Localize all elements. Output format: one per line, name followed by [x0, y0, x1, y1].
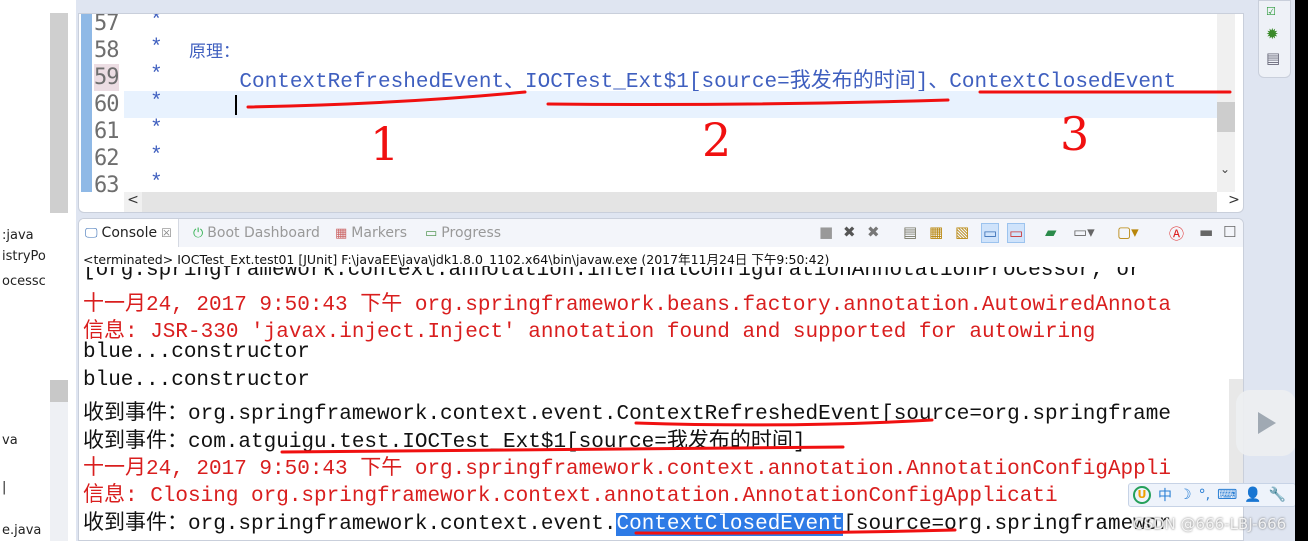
- markers-icon: ▦: [335, 225, 348, 241]
- code-line: *: [124, 118, 1217, 145]
- show-on-stderr-icon[interactable]: ▭: [1007, 223, 1026, 243]
- line-number: 63: [94, 173, 119, 198]
- comment-text: ContextRefreshedEvent、IOCTest_Ext$1[sour…: [189, 71, 1177, 94]
- tasks-icon[interactable]: ☑: [1266, 5, 1276, 18]
- editor-horizontal-scrollbar[interactable]: < >: [124, 192, 1240, 212]
- tab-console[interactable]: 🖵 Console ☒: [79, 219, 179, 247]
- console-icon: 🖵: [85, 225, 98, 241]
- clear-console-icon[interactable]: ▤: [903, 223, 917, 241]
- tab-label: Markers: [351, 225, 407, 241]
- code-editor[interactable]: 57 58 59 60 61 62 63 * * 原理： * ContextRef…: [78, 13, 1244, 213]
- line-number: 61: [94, 119, 119, 144]
- settings-wrench-icon[interactable]: 🔧: [1269, 487, 1286, 503]
- console-line: 收到事件：org.springframework.context.event.C…: [83, 506, 1171, 536]
- code-line: *: [124, 13, 1217, 37]
- word-wrap-icon[interactable]: ▧: [955, 223, 969, 241]
- console-line: 信息: JSR-330 'javax.inject.Inject' annota…: [83, 321, 1096, 344]
- right-trim-toolbar: ☑ ✹ ▤: [1258, 0, 1291, 78]
- show-on-stdout-icon[interactable]: ▭: [981, 223, 1000, 243]
- spring-icon[interactable]: Ⓐ: [1169, 223, 1184, 244]
- comment-star: *: [150, 64, 163, 87]
- boot-dashboard-icon: ⏻: [193, 225, 204, 241]
- explorer-item[interactable]: istryPo: [2, 249, 46, 264]
- comment-star: *: [150, 145, 163, 168]
- scroll-lock-icon[interactable]: ▦: [929, 223, 943, 241]
- explorer-item[interactable]: e.java: [2, 523, 41, 538]
- black-border: [1295, 0, 1308, 541]
- tab-label: Boot Dashboard: [207, 225, 320, 241]
- keyboard-icon[interactable]: ⌨: [1217, 487, 1237, 503]
- remove-launch-icon[interactable]: ✖: [843, 223, 856, 241]
- comment-star: *: [150, 91, 163, 114]
- pin-console-icon[interactable]: ▰: [1045, 223, 1057, 241]
- user-icon[interactable]: 👤: [1244, 487, 1261, 503]
- tab-label: Console: [101, 225, 158, 241]
- ime-toolbar: U 中 ☽ °, ⌨ 👤 🔧: [1128, 483, 1296, 507]
- explorer-scrollbar[interactable]: [50, 13, 68, 213]
- scroll-right-arrow-icon[interactable]: >: [1225, 192, 1243, 212]
- open-console-icon[interactable]: ▢▾: [1117, 223, 1139, 241]
- debug-bug-icon[interactable]: ✹: [1266, 25, 1279, 43]
- line-number: 58: [94, 38, 119, 63]
- display-selected-console-icon[interactable]: ▭▾: [1073, 223, 1095, 241]
- line-number: 60: [94, 92, 119, 117]
- punctuation-icon[interactable]: °,: [1199, 487, 1210, 503]
- console-tab-bar: 🖵 Console ☒ ⏻ Boot Dashboard ▦ Markers ▭ Prog…: [79, 219, 1243, 247]
- console-line: 十一月24, 2017 9:50:43 下午 org.springframewo…: [83, 294, 1171, 317]
- code-line: *: [124, 145, 1217, 172]
- console-launch-header: <terminated> IOCTest_Ext.test01 [JUnit] …: [83, 252, 830, 267]
- explorer-item[interactable]: ocessc: [2, 274, 46, 289]
- remove-all-terminated-icon[interactable]: ✖: [867, 223, 880, 241]
- console-line: 十一月24, 2017 9:50:43 下午 org.springframewo…: [83, 458, 1171, 481]
- video-play-button[interactable]: [1236, 390, 1296, 456]
- ime-logo-icon[interactable]: U: [1133, 486, 1151, 504]
- close-tab-icon[interactable]: ☒: [161, 226, 172, 240]
- comment-star: *: [150, 37, 163, 60]
- line-number: 57: [94, 13, 119, 36]
- code-line-current: *: [124, 91, 1217, 118]
- terminate-icon[interactable]: ■: [819, 223, 833, 241]
- console-line: blue...constructor: [83, 341, 310, 364]
- explorer-item[interactable]: va: [2, 433, 18, 448]
- explorer-item[interactable]: |: [2, 480, 6, 495]
- tab-markers[interactable]: ▦ Markers: [335, 225, 407, 241]
- comment-star: *: [150, 118, 163, 141]
- explorer-scrollbar-lower[interactable]: [50, 380, 68, 541]
- console-line: 收到事件：com.atguigu.test.IOCTest_Ext$1[sour…: [83, 431, 806, 454]
- scroll-down-arrow-icon[interactable]: ⌄: [1220, 162, 1230, 176]
- console-view: 🖵 Console ☒ ⏻ Boot Dashboard ▦ Markers ▭ Prog…: [78, 218, 1244, 541]
- play-icon: [1258, 412, 1276, 434]
- tab-boot-dashboard[interactable]: ⏻ Boot Dashboard: [193, 225, 320, 241]
- console-text: 收到事件：org.springframework.context.event.: [83, 513, 617, 536]
- watermark: CSDN @666-LBJ-666: [1133, 515, 1287, 533]
- console-line: 收到事件：org.springframework.context.event.C…: [83, 403, 1171, 426]
- half-width-icon[interactable]: ☽: [1179, 487, 1192, 503]
- line-number: 59: [94, 64, 119, 91]
- editor-vertical-scrollbar[interactable]: ⌄: [1217, 14, 1235, 192]
- tab-label: Progress: [441, 225, 502, 241]
- code-line: * ContextRefreshedEvent、IOCTest_Ext$1[so…: [124, 64, 1217, 94]
- maximize-icon[interactable]: ☐: [1223, 223, 1236, 241]
- line-number-gutter: 57 58 59 60 61 62 63: [79, 13, 124, 198]
- tab-progress[interactable]: ▭ Progress: [425, 225, 501, 241]
- chinese-mode-icon[interactable]: 中: [1158, 485, 1172, 505]
- package-explorer: :java istryPo ocessc va | e.java: [0, 0, 76, 541]
- comment-text: 原理：: [189, 42, 240, 62]
- console-line: 信息: Closing org.springframework.context.…: [83, 485, 1058, 508]
- line-number: 62: [94, 146, 119, 171]
- explorer-item[interactable]: :java: [2, 228, 34, 243]
- console-text: [source=org.springframewor: [843, 513, 1171, 536]
- scroll-left-arrow-icon[interactable]: <: [124, 192, 142, 212]
- console-line: blue...constructor: [83, 369, 310, 392]
- code-line: * 原理：: [124, 37, 1217, 64]
- progress-icon: ▭: [425, 225, 438, 241]
- selected-text[interactable]: ContextClosedEvent: [616, 513, 844, 536]
- text-cursor: [235, 95, 237, 115]
- minimize-icon[interactable]: ▬: [1199, 223, 1213, 241]
- table-view-icon[interactable]: ▤: [1266, 49, 1280, 67]
- comment-star: *: [150, 13, 163, 33]
